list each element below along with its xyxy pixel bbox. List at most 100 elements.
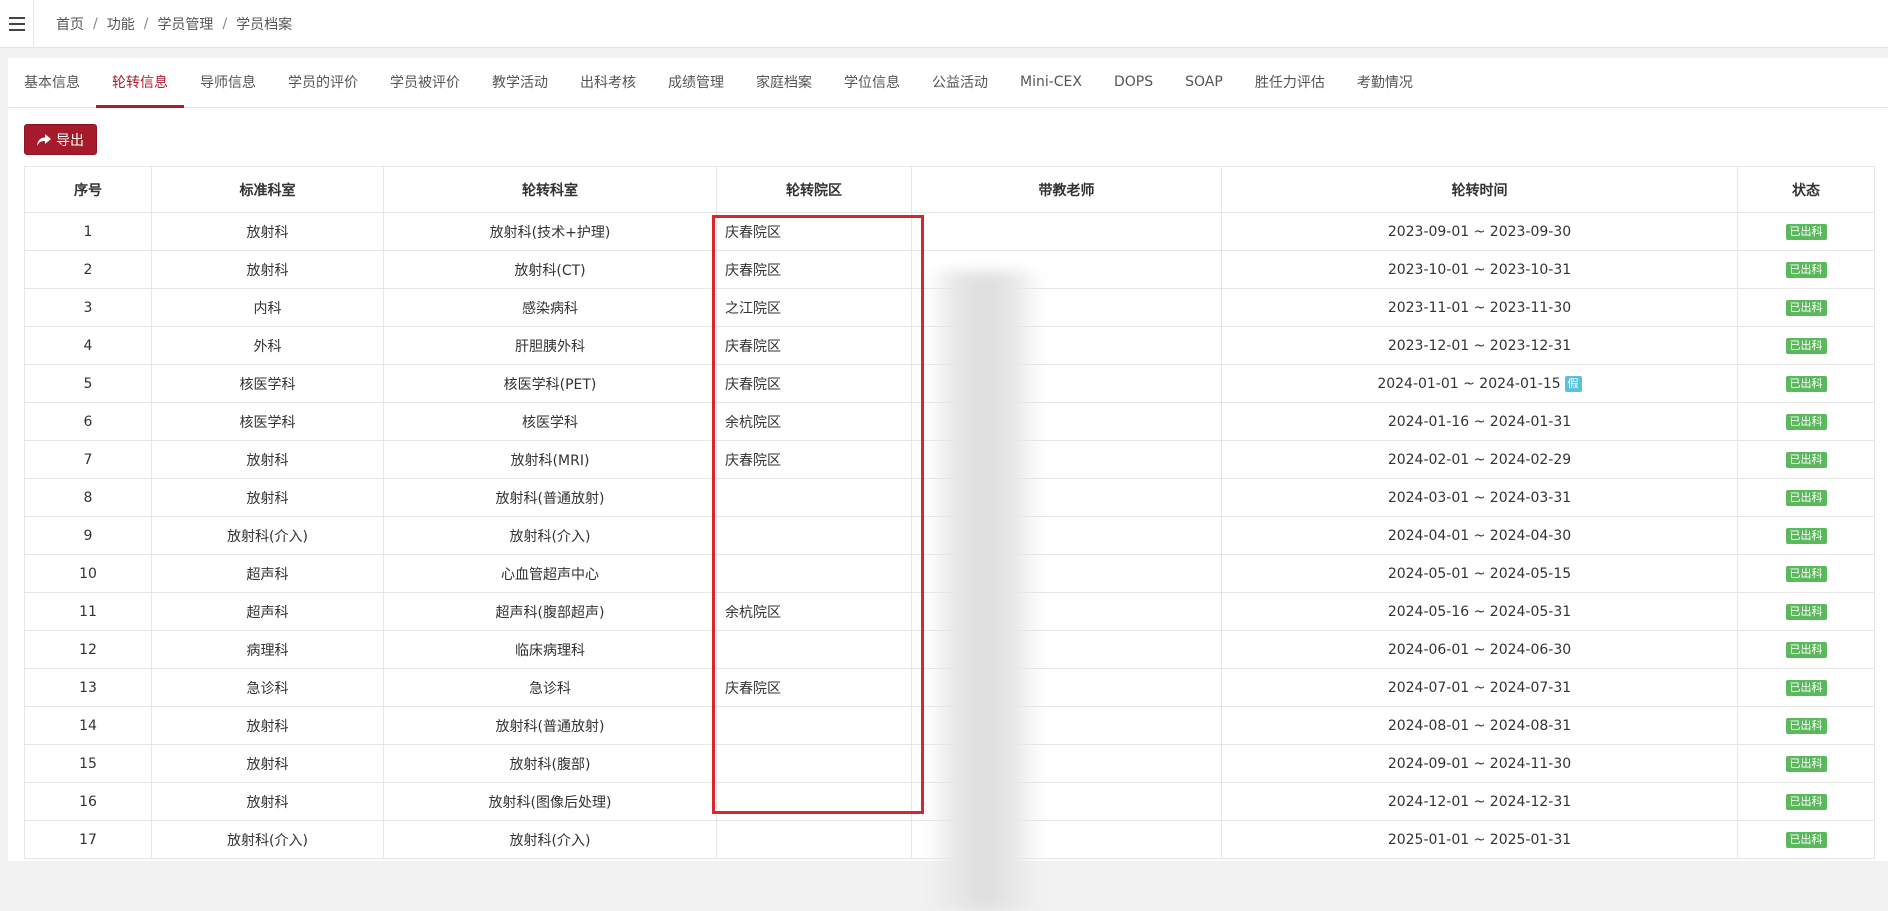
cell-index: 14 <box>24 706 152 745</box>
cell-status: 已出科 <box>1737 592 1875 631</box>
tab-0[interactable]: 基本信息 <box>8 58 96 108</box>
hamburger-menu-icon[interactable] <box>0 0 34 48</box>
cell-index: 16 <box>24 782 152 821</box>
cell-rotation-dept: 放射科(普通放射) <box>383 478 717 517</box>
cell-rotation-time: 2024-09-01 ~ 2024-11-30 <box>1221 744 1738 783</box>
breadcrumb-function[interactable]: 功能 <box>107 14 135 34</box>
tab-6[interactable]: 出科考核 <box>564 58 652 108</box>
cell-rotation-time: 2024-06-01 ~ 2024-06-30 <box>1221 630 1738 669</box>
cell-index: 3 <box>24 288 152 327</box>
cell-rotation-campus <box>716 782 912 821</box>
rotation-time-text: 2024-08-01 ~ 2024-08-31 <box>1387 717 1572 734</box>
tab-12[interactable]: DOPS <box>1098 58 1169 108</box>
export-button[interactable]: 导出 <box>24 124 97 155</box>
cell-rotation-campus <box>716 554 912 593</box>
header-status: 状态 <box>1737 166 1875 213</box>
cell-teacher <box>911 288 1222 327</box>
cell-index: 2 <box>24 250 152 289</box>
table-row: 9 放射科(介入) 放射科(介入) 2024-04-01 ~ 2024-04-30 已出… <box>24 516 1875 555</box>
table-row: 14 放射科 放射科(普通放射) 2024-08-01 ~ 2024-08-31 已出科 <box>24 706 1875 745</box>
cell-standard-dept: 放射科 <box>151 250 384 289</box>
cell-rotation-time: 2024-01-01 ~ 2024-01-15 假 <box>1221 364 1738 403</box>
tab-4[interactable]: 学员被评价 <box>374 58 476 108</box>
table-row: 3 内科 感染病科 之江院区 2023-11-01 ~ 2023-11-30 已出科 <box>24 288 1875 327</box>
cell-rotation-dept: 超声科(腹部超声) <box>383 592 717 631</box>
tab-2[interactable]: 导师信息 <box>184 58 272 108</box>
cell-teacher <box>911 326 1222 365</box>
cell-rotation-time: 2024-02-01 ~ 2024-02-29 <box>1221 440 1738 479</box>
cell-teacher <box>911 592 1222 631</box>
cell-rotation-dept: 核医学科 <box>383 402 717 441</box>
status-badge: 已出科 <box>1785 224 1827 240</box>
tab-13[interactable]: SOAP <box>1169 58 1239 108</box>
cell-status: 已出科 <box>1737 516 1875 555</box>
tab-7[interactable]: 成绩管理 <box>652 58 740 108</box>
cell-rotation-time: 2023-11-01 ~ 2023-11-30 <box>1221 288 1738 327</box>
tab-10[interactable]: 公益活动 <box>916 58 1004 108</box>
status-badge: 已出科 <box>1785 680 1827 696</box>
cell-rotation-campus: 余杭院区 <box>716 592 912 631</box>
status-badge: 已出科 <box>1785 566 1827 582</box>
cell-status: 已出科 <box>1737 820 1875 859</box>
tab-3[interactable]: 学员的评价 <box>272 58 374 108</box>
tab-15[interactable]: 考勤情况 <box>1341 58 1429 108</box>
status-badge: 已出科 <box>1785 604 1827 620</box>
cell-index: 15 <box>24 744 152 783</box>
cell-status: 已出科 <box>1737 706 1875 745</box>
breadcrumb-home[interactable]: 首页 <box>56 14 84 34</box>
table-row: 11 超声科 超声科(腹部超声) 余杭院区 2024-05-16 ~ 2024-05-3… <box>24 592 1875 631</box>
cell-standard-dept: 放射科 <box>151 706 384 745</box>
tab-9[interactable]: 学位信息 <box>828 58 916 108</box>
cell-teacher <box>911 402 1222 441</box>
cell-rotation-campus: 庆春院区 <box>716 250 912 289</box>
tab-1[interactable]: 轮转信息 <box>96 58 184 108</box>
cell-status: 已出科 <box>1737 668 1875 707</box>
cell-index: 11 <box>24 592 152 631</box>
rotation-time-text: 2024-12-01 ~ 2024-12-31 <box>1387 793 1572 810</box>
cell-rotation-dept: 放射科(介入) <box>383 516 717 555</box>
status-badge: 已出科 <box>1785 528 1827 544</box>
header-standard-dept: 标准科室 <box>151 166 384 213</box>
cell-rotation-time: 2024-05-16 ~ 2024-05-31 <box>1221 592 1738 631</box>
breadcrumb-separator: / <box>93 15 98 32</box>
cell-rotation-dept: 放射科(普通放射) <box>383 706 717 745</box>
status-badge: 已出科 <box>1785 300 1827 316</box>
cell-status: 已出科 <box>1737 212 1875 251</box>
cell-rotation-dept: 放射科(CT) <box>383 250 717 289</box>
main-panel: 基本信息 轮转信息 导师信息 学员的评价 学员被评价 教学活动 出科考核 成绩管理 家庭档案 学位… <box>8 58 1888 911</box>
breadcrumb-student-management[interactable]: 学员管理 <box>157 14 213 34</box>
rotation-time-text: 2023-10-01 ~ 2023-10-31 <box>1387 261 1572 278</box>
cell-rotation-time: 2023-10-01 ~ 2023-10-31 <box>1221 250 1738 289</box>
tab-11[interactable]: Mini-CEX <box>1004 58 1098 108</box>
table-body: 1 放射科 放射科(技术+护理) 庆春院区 2023-09-01 ~ 2023-09-3… <box>24 212 1875 859</box>
cell-rotation-time: 2024-08-01 ~ 2024-08-31 <box>1221 706 1738 745</box>
cell-status: 已出科 <box>1737 288 1875 327</box>
cell-teacher <box>911 706 1222 745</box>
cell-rotation-campus: 之江院区 <box>716 288 912 327</box>
top-bar: 首页 / 功能 / 学员管理 / 学员档案 <box>0 0 1888 48</box>
rotation-time-text: 2024-03-01 ~ 2024-03-31 <box>1387 489 1572 506</box>
tab-8[interactable]: 家庭档案 <box>740 58 828 108</box>
tab-14[interactable]: 胜任力评估 <box>1239 58 1341 108</box>
cell-index: 4 <box>24 326 152 365</box>
tab-5[interactable]: 教学活动 <box>476 58 564 108</box>
table-row: 1 放射科 放射科(技术+护理) 庆春院区 2023-09-01 ~ 2023-09-3… <box>24 212 1875 251</box>
status-badge: 已出科 <box>1785 376 1827 392</box>
table-row: 10 超声科 心血管超声中心 2024-05-01 ~ 2024-05-15 已出科 <box>24 554 1875 593</box>
cell-standard-dept: 病理科 <box>151 630 384 669</box>
cell-rotation-dept: 放射科(图像后处理) <box>383 782 717 821</box>
cell-status: 已出科 <box>1737 478 1875 517</box>
cell-rotation-campus: 庆春院区 <box>716 326 912 365</box>
rotation-time-text: 2023-11-01 ~ 2023-11-30 <box>1387 299 1572 316</box>
table-row: 2 放射科 放射科(CT) 庆春院区 2023-10-01 ~ 2023-10-31 已出… <box>24 250 1875 289</box>
cell-rotation-campus <box>716 820 912 859</box>
cell-rotation-dept: 感染病科 <box>383 288 717 327</box>
cell-index: 7 <box>24 440 152 479</box>
cell-status: 已出科 <box>1737 440 1875 479</box>
cell-standard-dept: 放射科 <box>151 478 384 517</box>
status-badge: 已出科 <box>1785 262 1827 278</box>
cell-standard-dept: 超声科 <box>151 592 384 631</box>
header-rotation-campus: 轮转院区 <box>716 166 912 213</box>
cell-rotation-dept: 急诊科 <box>383 668 717 707</box>
cell-teacher <box>911 212 1222 251</box>
